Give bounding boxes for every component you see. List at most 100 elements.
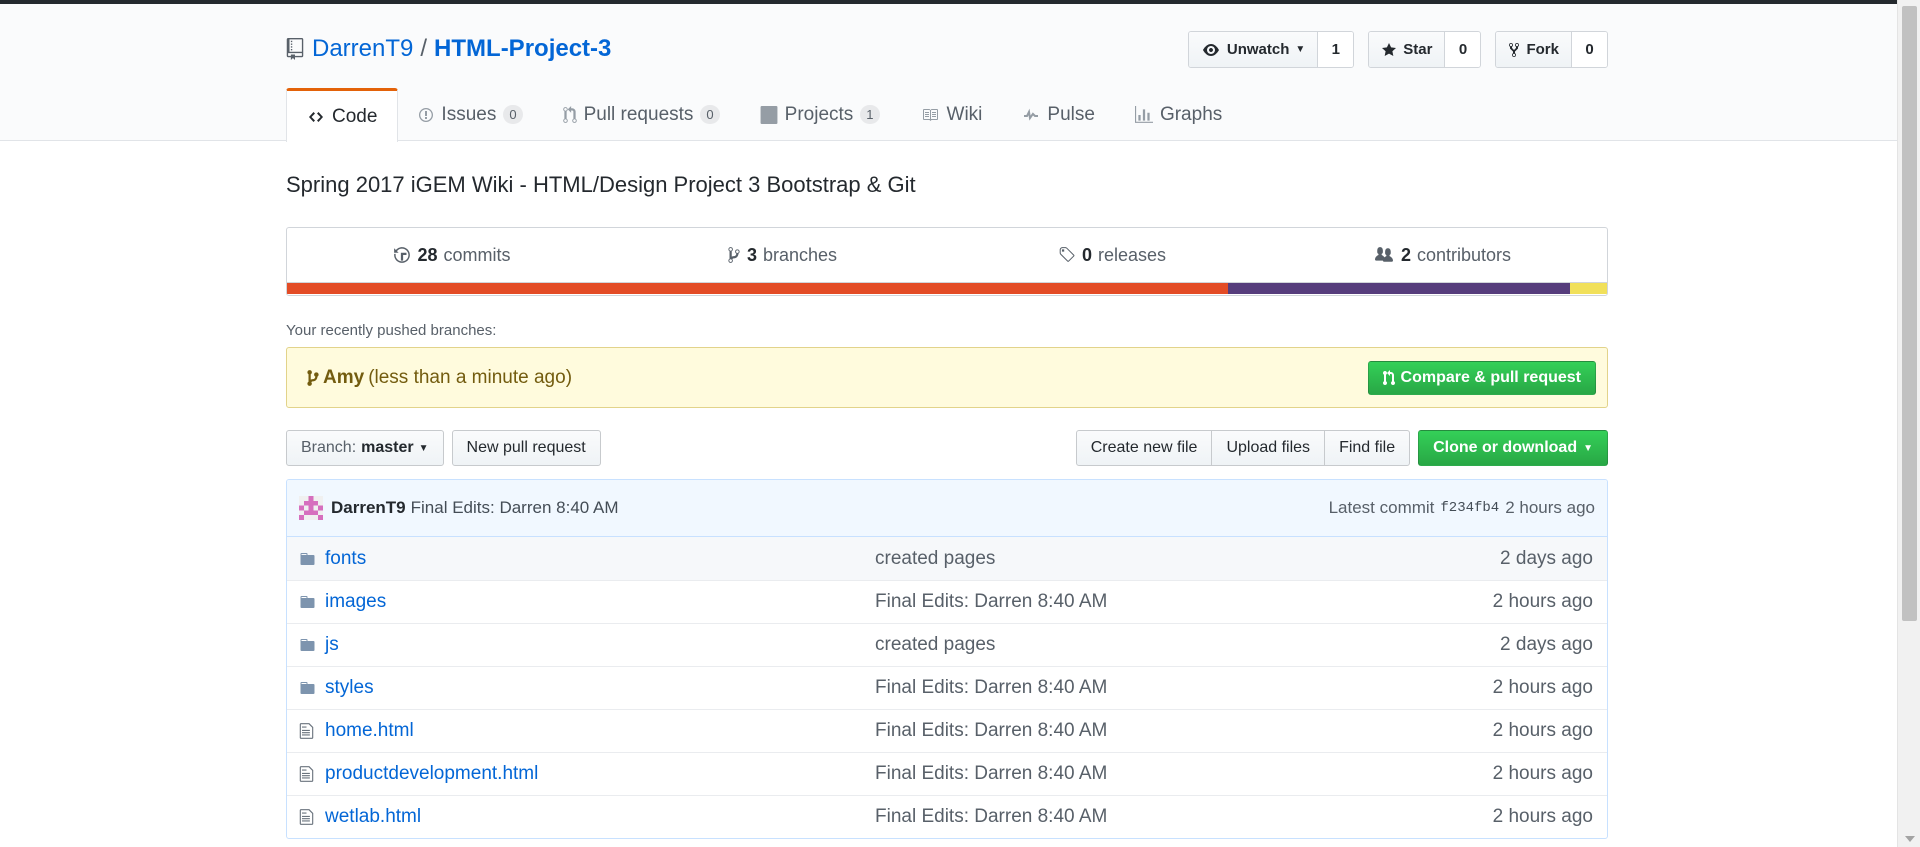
avatar xyxy=(299,496,323,520)
repo-owner-link[interactable]: DarrenT9 xyxy=(312,35,413,63)
code-icon xyxy=(309,111,323,122)
repo-icon xyxy=(286,38,304,60)
tab-graphs[interactable]: Graphs xyxy=(1115,88,1242,141)
file-icon xyxy=(287,808,325,826)
language-segment[interactable] xyxy=(287,283,1229,294)
file-commit-message[interactable]: Final Edits: Darren 8:40 AM xyxy=(875,591,1493,613)
file-row: productdevelopment.html Final Edits: Darr… xyxy=(287,752,1607,795)
branch-icon xyxy=(728,247,740,263)
fork-button[interactable]: Fork xyxy=(1496,32,1571,67)
file-age: 2 hours ago xyxy=(1492,591,1593,612)
language-segment[interactable] xyxy=(1228,283,1571,294)
fork-group: Fork 0 xyxy=(1495,31,1608,68)
file-name-link[interactable]: wetlab.html xyxy=(325,806,875,828)
recent-branch-notice: Amy (less than a minute ago) Compare & p… xyxy=(286,347,1608,408)
file-age: 2 hours ago xyxy=(1492,806,1593,827)
unwatch-button[interactable]: Unwatch ▼ xyxy=(1188,32,1318,67)
file-name-link[interactable]: js xyxy=(325,634,875,656)
file-row: images Final Edits: Darren 8:40 AM 2 hours… xyxy=(287,580,1607,623)
file-name-link[interactable]: home.html xyxy=(325,720,875,742)
repo-name-link[interactable]: HTML-Project-3 xyxy=(434,35,611,63)
tab-issues-label: Issues xyxy=(441,103,497,125)
pulse-icon xyxy=(1024,108,1039,121)
file-commit-message[interactable]: Final Edits: Darren 8:40 AM xyxy=(875,806,1493,828)
tab-issues[interactable]: Issues 0 xyxy=(398,88,542,141)
tab-pull-requests[interactable]: Pull requests 0 xyxy=(543,88,740,141)
file-commit-message[interactable]: created pages xyxy=(875,548,1500,570)
releases-link[interactable]: 0 releases xyxy=(947,228,1277,282)
scroll-down-arrow-icon[interactable] xyxy=(1905,836,1915,842)
recent-branch-name[interactable]: Amy xyxy=(323,367,364,389)
repo-nav-tabs: Code Issues 0 Pull requests 0 Projects 1… xyxy=(286,88,1242,142)
file-name-link[interactable]: fonts xyxy=(325,548,875,570)
file-row: js created pages 2 days ago xyxy=(287,623,1607,666)
compare-pull-request-label: Compare & pull request xyxy=(1400,368,1581,386)
commits-label: commits xyxy=(443,244,511,265)
repo-title: DarrenT9 / HTML-Project-3 xyxy=(286,34,611,64)
tab-wiki[interactable]: Wiki xyxy=(900,88,1003,141)
recent-branches-label: Your recently pushed branches: xyxy=(286,322,497,339)
contributors-count: 2 xyxy=(1400,244,1411,265)
folder-icon xyxy=(287,594,325,610)
upload-files-button[interactable]: Upload files xyxy=(1211,430,1326,466)
file-row: wetlab.html Final Edits: Darren 8:40 AM 2 … xyxy=(287,795,1607,838)
tab-pulse-label: Pulse xyxy=(1047,103,1095,125)
tab-projects-label: Projects xyxy=(784,103,854,125)
branches-label: branches xyxy=(762,244,838,265)
file-commit-message[interactable]: Final Edits: Darren 8:40 AM xyxy=(875,677,1493,699)
pull-requests-counter: 0 xyxy=(700,105,720,124)
stargazers-count[interactable]: 0 xyxy=(1444,32,1481,67)
new-pull-request-button[interactable]: New pull request xyxy=(451,430,601,466)
file-name-link[interactable]: productdevelopment.html xyxy=(325,763,875,785)
fork-icon xyxy=(1509,42,1520,57)
branches-link[interactable]: 3 branches xyxy=(617,228,947,282)
repo-description: Spring 2017 iGEM Wiki - HTML/Design Proj… xyxy=(286,172,916,197)
star-button[interactable]: Star xyxy=(1369,32,1445,67)
file-age: 2 hours ago xyxy=(1492,763,1593,784)
file-commit-message[interactable]: created pages xyxy=(875,634,1500,656)
commit-age: 2 hours ago xyxy=(1505,498,1595,517)
file-commit-message[interactable]: Final Edits: Darren 8:40 AM xyxy=(875,720,1493,742)
star-group: Star 0 xyxy=(1368,31,1482,68)
star-icon xyxy=(1382,42,1397,56)
language-segment[interactable] xyxy=(1570,283,1607,294)
file-name-link[interactable]: styles xyxy=(325,677,875,699)
branch-icon xyxy=(307,369,319,386)
repo-separator: / xyxy=(420,35,428,62)
clone-download-button[interactable]: Clone or download ▼ xyxy=(1418,430,1608,466)
unwatch-label: Unwatch xyxy=(1226,41,1290,58)
chevron-down-icon: ▼ xyxy=(418,442,429,454)
page-scrollbar[interactable] xyxy=(1897,0,1920,847)
clone-download-label: Clone or download xyxy=(1433,439,1578,456)
file-listing: DarrenT9 Final Edits: Darren 8:40 AM Lat… xyxy=(286,479,1608,839)
watchers-count[interactable]: 1 xyxy=(1317,32,1354,67)
projects-counter: 1 xyxy=(860,105,880,124)
tab-projects[interactable]: Projects 1 xyxy=(740,88,900,141)
history-icon xyxy=(394,247,411,263)
file-icon xyxy=(287,765,325,783)
eye-icon xyxy=(1202,43,1219,56)
create-new-file-button[interactable]: Create new file xyxy=(1075,430,1213,466)
commit-sha[interactable]: f234fb4 xyxy=(1440,500,1499,516)
file-age: 2 hours ago xyxy=(1492,677,1593,698)
file-name-link[interactable]: images xyxy=(325,591,875,613)
people-icon xyxy=(1374,247,1393,262)
contributors-link[interactable]: 2 contributors xyxy=(1277,228,1607,282)
chevron-down-icon: ▼ xyxy=(1583,442,1593,454)
commit-message[interactable]: Final Edits: Darren 8:40 AM xyxy=(411,498,619,518)
branch-select-button[interactable]: Branch: master ▼ xyxy=(286,430,444,466)
file-commit-message[interactable]: Final Edits: Darren 8:40 AM xyxy=(875,763,1493,785)
tab-pulse[interactable]: Pulse xyxy=(1002,88,1115,141)
commits-link[interactable]: 28 commits xyxy=(287,228,617,282)
file-icon xyxy=(287,722,325,740)
commit-author[interactable]: DarrenT9 xyxy=(331,498,406,518)
language-bar[interactable] xyxy=(287,282,1607,294)
tab-code[interactable]: Code xyxy=(286,88,399,142)
forks-count[interactable]: 0 xyxy=(1571,32,1607,67)
folder-icon xyxy=(287,637,325,653)
latest-commit-label: Latest commit xyxy=(1328,498,1435,517)
scrollbar-thumb[interactable] xyxy=(1902,6,1917,621)
tag-icon xyxy=(1059,247,1075,262)
compare-pull-request-button[interactable]: Compare & pull request xyxy=(1367,360,1596,395)
find-file-button[interactable]: Find file xyxy=(1324,430,1411,466)
